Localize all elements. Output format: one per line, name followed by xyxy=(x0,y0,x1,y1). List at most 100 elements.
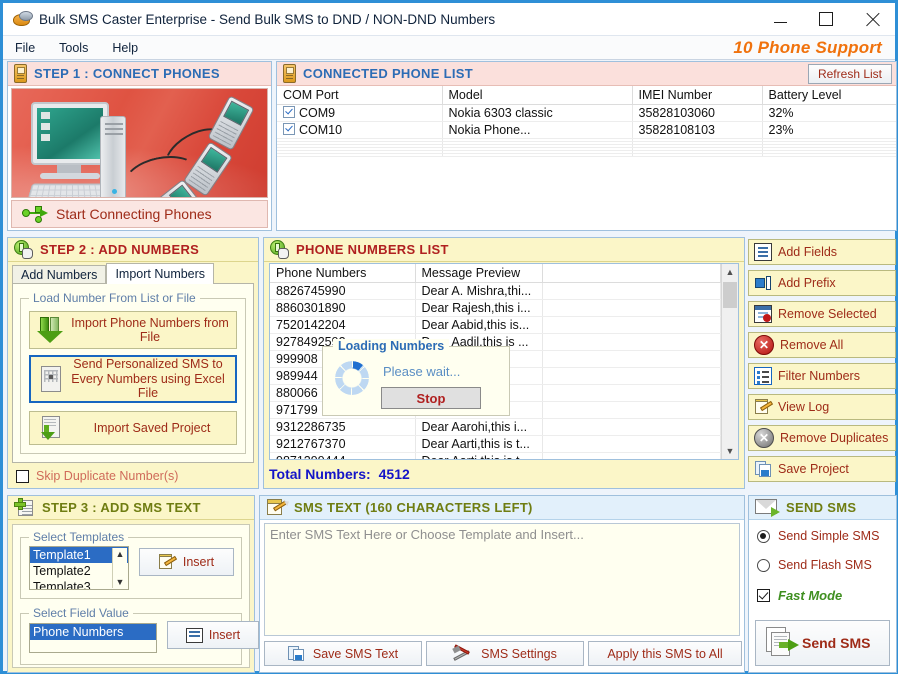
scroll-down-arrow-icon[interactable]: ▼ xyxy=(116,577,125,587)
add-prefix-button[interactable]: Add Prefix xyxy=(748,270,896,296)
menu-item-help[interactable]: Help xyxy=(100,38,150,58)
apply-sms-to-all-button[interactable]: Apply this SMS to All xyxy=(588,641,742,666)
sms-text-title: SMS TEXT (160 CHARACTERS LEFT) xyxy=(294,500,533,515)
cell-preview: Dear Aarti,this is t... xyxy=(415,435,543,453)
cell-imei: 35828108103 xyxy=(632,121,763,139)
row-checkbox[interactable] xyxy=(283,106,295,118)
filter-numbers-icon xyxy=(754,367,772,385)
apply-sms-to-all-label: Apply this SMS to All xyxy=(607,646,723,661)
cell-com-port[interactable]: COM9 xyxy=(277,104,443,122)
view-log-button[interactable]: View Log xyxy=(748,394,896,420)
title-bar: Bulk SMS Caster Enterprise - Send Bulk S… xyxy=(3,3,895,36)
notepad-pencil-icon xyxy=(266,498,287,517)
insert-field-button[interactable]: Insert xyxy=(167,621,259,649)
import-phone-numbers-from-file-button[interactable]: Import Phone Numbers from File xyxy=(29,311,237,349)
tab-import-numbers[interactable]: Import Numbers xyxy=(106,263,215,284)
cell-preview: Dear Aarti,this is t... xyxy=(415,452,543,459)
table-row[interactable]: 9871299444Dear Aarti,this is t... xyxy=(270,452,721,459)
cell-imei: 35828103060 xyxy=(632,104,763,122)
table-row[interactable]: COM10 Nokia Phone... 35828108103 23% xyxy=(277,121,896,139)
view-log-icon xyxy=(754,398,774,416)
insert-template-button[interactable]: Insert xyxy=(139,548,234,576)
step2-header: STEP 2 : ADD NUMBERS xyxy=(8,238,258,262)
templates-listbox[interactable]: Template1 Template2 Template3 ▲ ▼ xyxy=(29,546,129,590)
remove-duplicates-button[interactable]: ✕ Remove Duplicates xyxy=(748,425,896,451)
fast-mode-checkbox[interactable] xyxy=(757,589,770,602)
row-checkbox[interactable] xyxy=(283,123,295,135)
table-row[interactable]: 8860301890 Dear Rajesh,this i... xyxy=(270,299,721,317)
download-arrow-icon xyxy=(36,315,68,345)
sms-text-input[interactable]: Enter SMS Text Here or Choose Template a… xyxy=(264,523,740,636)
field-value-listbox[interactable]: Phone Numbers xyxy=(29,623,157,653)
remove-all-button[interactable]: ✕ Remove All xyxy=(748,332,896,358)
scroll-down-arrow-icon[interactable]: ▼ xyxy=(722,443,738,459)
table-row[interactable]: 9312286735 Dear Aarohi,this i... xyxy=(270,418,721,436)
table-row[interactable] xyxy=(277,153,896,157)
add-fields-button[interactable]: Add Fields xyxy=(748,239,896,265)
fast-mode-option[interactable]: Fast Mode xyxy=(757,588,842,603)
skip-duplicate-checkbox[interactable] xyxy=(16,469,29,483)
scroll-up-arrow-icon[interactable]: ▲ xyxy=(116,549,125,559)
select-templates-groupbox: Select Templates Template1 Template2 Tem… xyxy=(20,530,242,599)
skip-duplicate-row[interactable]: Skip Duplicate Number(s) xyxy=(16,469,178,483)
close-button[interactable] xyxy=(849,4,895,35)
table-row[interactable]: COM9 Nokia 6303 classic 35828103060 32% xyxy=(277,104,896,122)
send-simple-sms-label: Send Simple SMS xyxy=(778,529,880,543)
send-flash-sms-label: Send Flash SMS xyxy=(778,558,872,572)
tab-add-numbers[interactable]: Add Numbers xyxy=(12,265,107,284)
list-item[interactable]: Phone Numbers xyxy=(30,624,156,640)
send-flash-sms-radio[interactable] xyxy=(757,558,770,572)
phone-numbers-table-container: Phone Numbers Message Preview 8826745990… xyxy=(269,263,739,460)
save-project-label: Save Project xyxy=(778,462,849,476)
table-row[interactable]: 9212767370 Dear Aarti,this is t... xyxy=(270,435,721,453)
skip-duplicate-label: Skip Duplicate Number(s) xyxy=(36,469,179,483)
cell-preview: Dear Aarohi,this i... xyxy=(415,418,543,436)
start-connecting-phones-button[interactable]: Start Connecting Phones xyxy=(11,200,268,228)
scrollbar-thumb[interactable] xyxy=(723,282,737,308)
column-phone-numbers: Phone Numbers xyxy=(270,264,416,283)
insert-template-label: Insert xyxy=(182,555,215,569)
menu-item-file[interactable]: File xyxy=(3,38,47,58)
column-battery: Battery Level xyxy=(762,86,896,105)
table-row[interactable]: 8826745990 Dear A. Mishra,thi... xyxy=(270,282,721,300)
maximize-button[interactable] xyxy=(803,4,849,35)
menu-item-tools[interactable]: Tools xyxy=(47,38,100,58)
sms-settings-button[interactable]: SMS Settings xyxy=(426,641,584,666)
step3-header: STEP 3 : ADD SMS TEXT xyxy=(8,496,254,520)
mobile-phone-icon xyxy=(283,64,296,83)
cell-preview: Dear Rajesh,this i... xyxy=(415,299,543,317)
send-simple-sms-radio[interactable] xyxy=(757,529,770,543)
load-number-group-label: Load Number From List or File xyxy=(29,291,200,305)
column-com-port: COM Port xyxy=(277,86,443,105)
save-project-button[interactable]: Save Project xyxy=(748,456,896,482)
insert-field-icon xyxy=(185,627,203,643)
send-flash-sms-option[interactable]: Send Flash SMS xyxy=(757,558,872,572)
cell-com-port[interactable]: COM10 xyxy=(277,121,443,139)
table-row[interactable]: 7520142204 Dear Aabid,this is... xyxy=(270,316,721,334)
select-field-value-label: Select Field Value xyxy=(29,606,133,620)
remove-all-icon: ✕ xyxy=(754,335,774,355)
import-saved-project-button[interactable]: Import Saved Project xyxy=(29,411,237,445)
loading-numbers-dialog: Loading Numbers Please wait... Stop xyxy=(322,339,510,416)
stop-button[interactable]: Stop xyxy=(381,387,481,409)
phone-support-label: 10 Phone Support xyxy=(733,37,882,57)
refresh-list-button[interactable]: Refresh List xyxy=(807,63,892,84)
phone-numbers-scrollbar[interactable]: ▲ ▼ xyxy=(721,264,738,459)
send-sms-header: SEND SMS xyxy=(749,496,896,520)
templates-scroll-arrows[interactable]: ▲ ▼ xyxy=(112,548,127,588)
sms-text-panel: SMS TEXT (160 CHARACTERS LEFT) Enter SMS… xyxy=(259,495,745,673)
save-sms-text-button[interactable]: Save SMS Text xyxy=(264,641,422,666)
remove-selected-button[interactable]: Remove Selected xyxy=(748,301,896,327)
cell-number: 9212767370 xyxy=(270,435,416,453)
import-phone-numbers-label: Import Phone Numbers from File xyxy=(71,315,229,344)
scroll-up-arrow-icon[interactable]: ▲ xyxy=(722,264,738,280)
filter-numbers-button[interactable]: Filter Numbers xyxy=(748,363,896,389)
send-sms-button[interactable]: Send SMS xyxy=(755,620,890,666)
app-icon xyxy=(12,11,33,27)
minimize-button[interactable] xyxy=(757,4,803,35)
add-prefix-icon xyxy=(754,274,772,292)
open-project-icon xyxy=(38,415,66,441)
total-numbers-value: 4512 xyxy=(378,466,410,482)
send-simple-sms-option[interactable]: Send Simple SMS xyxy=(757,529,879,543)
send-personalized-sms-excel-button[interactable]: Send Personalized SMS to Every Numbers u… xyxy=(29,355,237,403)
